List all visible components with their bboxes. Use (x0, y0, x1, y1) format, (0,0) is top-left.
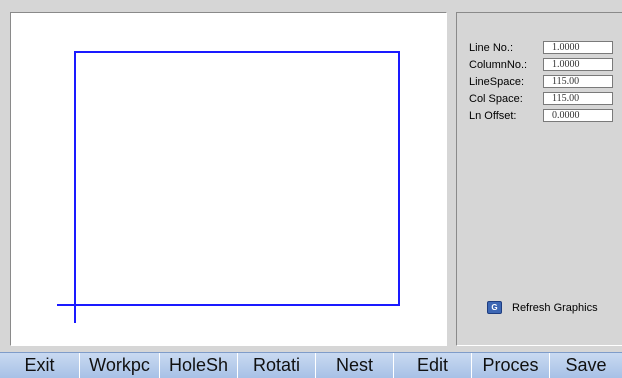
edit-button[interactable]: Edit (394, 353, 472, 378)
param-label: Line No.: (469, 41, 514, 54)
param-label: ColumnNo.: (469, 58, 528, 71)
param-line-space: LineSpace: 115.00 (469, 74, 613, 89)
exit-button[interactable]: Exit (0, 353, 80, 378)
param-label: LineSpace: (469, 75, 525, 88)
ln-offset-field[interactable]: 0.0000 (543, 109, 613, 122)
col-space-field[interactable]: 115.00 (543, 92, 613, 105)
graphics-canvas[interactable] (10, 12, 447, 346)
function-key-bar: Exit Workpc HoleSh Rotati Nest Edit Proc… (0, 352, 622, 378)
rotate-button[interactable]: Rotati (238, 353, 316, 378)
param-ln-offset: Ln Offset: 0.0000 (469, 108, 613, 123)
param-column-no: ColumnNo.: 1.0000 (469, 57, 613, 72)
hole-shape-button[interactable]: HoleSh (160, 353, 238, 378)
line-no-field[interactable]: 1.0000 (543, 41, 613, 54)
refresh-graphics-label: Refresh Graphics (512, 301, 598, 314)
param-line-no: Line No.: 1.0000 (469, 40, 613, 55)
process-button[interactable]: Proces (472, 353, 550, 378)
main-frame: Line No.: 1.0000 ColumnNo.: 1.0000 LineS… (4, 8, 622, 346)
save-button[interactable]: Save (550, 353, 622, 378)
nest-button[interactable]: Nest (316, 353, 394, 378)
line-space-field[interactable]: 115.00 (543, 75, 613, 88)
param-col-space: Col Space: 115.00 (469, 91, 613, 106)
g-key-icon: G (487, 301, 502, 314)
workpiece-drawing (57, 51, 400, 323)
workpiece-outline (74, 51, 400, 306)
parameter-panel: Line No.: 1.0000 ColumnNo.: 1.0000 LineS… (456, 12, 622, 346)
column-no-field[interactable]: 1.0000 (543, 58, 613, 71)
workpiece-button[interactable]: Workpc (80, 353, 160, 378)
param-label: Ln Offset: (469, 109, 517, 122)
refresh-graphics-button[interactable]: G Refresh Graphics (487, 301, 598, 314)
param-label: Col Space: (469, 92, 523, 105)
